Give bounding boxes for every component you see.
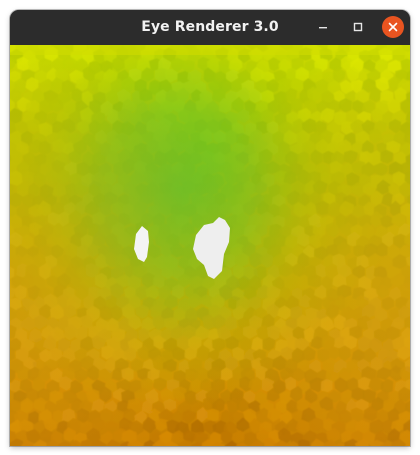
app-window: Eye Renderer 3.0 (10, 10, 410, 446)
maximize-button[interactable] (347, 16, 369, 38)
minimize-button[interactable] (312, 16, 334, 38)
minimize-icon (319, 27, 327, 29)
top-band (10, 45, 410, 55)
eye-render (10, 35, 410, 446)
title-bar[interactable]: Eye Renderer 3.0 (10, 10, 410, 45)
close-button[interactable] (382, 16, 404, 38)
maximize-icon (353, 22, 363, 32)
render-canvas[interactable] (10, 35, 410, 446)
close-icon (388, 22, 398, 32)
